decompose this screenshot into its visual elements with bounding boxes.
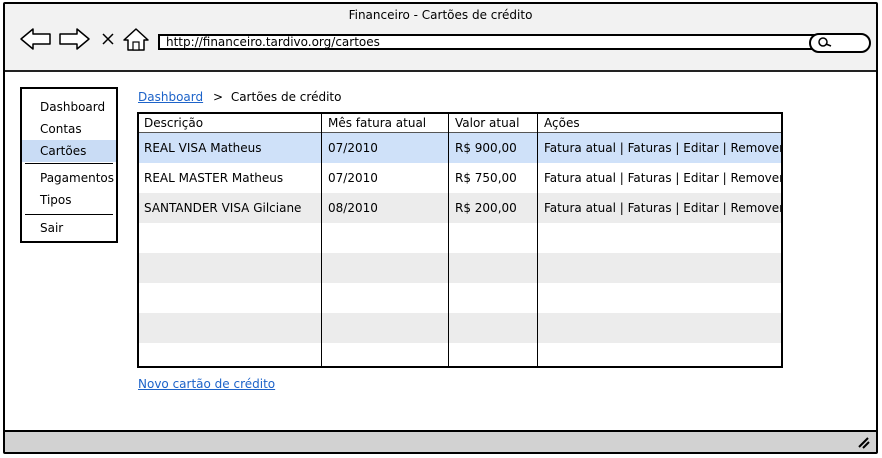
sidebar-divider <box>25 163 113 164</box>
column-divider <box>448 114 449 366</box>
cell-descricao: REAL VISA Matheus <box>144 141 262 155</box>
search-icon[interactable] <box>817 36 833 48</box>
breadcrumb-link-dashboard[interactable]: Dashboard <box>138 90 203 104</box>
browser-toolbar: Financeiro - Cartões de crédito http://f… <box>5 4 876 72</box>
cell-mes: 08/2010 <box>328 201 378 215</box>
table-row[interactable]: SANTANDER VISA Gilciane 08/2010 R$ 200,0… <box>139 193 781 223</box>
page-content: Dashboard Contas Cartões Pagamentos Tipo… <box>5 72 876 430</box>
sidebar-menu: Dashboard Contas Cartões Pagamentos Tipo… <box>20 87 118 243</box>
cell-descricao: SANTANDER VISA Gilciane <box>144 201 302 215</box>
column-header-mes-fatura[interactable]: Mês fatura atual <box>328 114 426 132</box>
cell-descricao: REAL MASTER Matheus <box>144 171 284 185</box>
forward-arrow-icon[interactable] <box>57 26 91 52</box>
cell-acoes-links[interactable]: Fatura atual | Faturas | Editar | Remove… <box>544 193 781 223</box>
sidebar-item-sair[interactable]: Sair <box>22 217 116 239</box>
sidebar-item-pagamentos[interactable]: Pagamentos <box>22 167 116 189</box>
cell-valor: R$ 200,00 <box>455 201 517 215</box>
column-header-acoes[interactable]: Ações <box>544 114 580 132</box>
cell-valor: R$ 750,00 <box>455 171 517 185</box>
empty-row <box>139 223 781 253</box>
sidebar-item-tipos[interactable]: Tipos <box>22 189 116 211</box>
cell-mes: 07/2010 <box>328 141 378 155</box>
empty-row <box>139 283 781 313</box>
sidebar-item-dashboard[interactable]: Dashboard <box>22 96 116 118</box>
table-row[interactable]: REAL MASTER Matheus 07/2010 R$ 750,00 Fa… <box>139 163 781 193</box>
sidebar-divider <box>25 214 113 215</box>
empty-row <box>139 253 781 283</box>
status-bar <box>5 430 876 452</box>
breadcrumb-separator: > <box>212 90 223 104</box>
empty-row <box>139 343 781 366</box>
column-divider <box>321 114 322 366</box>
table-row[interactable]: REAL VISA Matheus 07/2010 R$ 900,00 Fatu… <box>139 133 781 163</box>
column-header-descricao[interactable]: Descrição <box>144 114 203 132</box>
back-arrow-icon[interactable] <box>19 26 53 52</box>
breadcrumb: Dashboard > Cartões de crédito <box>138 90 341 104</box>
table-header: Descrição Mês fatura atual Valor atual A… <box>139 114 781 133</box>
resize-grip-icon[interactable] <box>856 435 870 449</box>
cell-acoes-links[interactable]: Fatura atual | Faturas | Editar | Remove… <box>544 163 781 193</box>
breadcrumb-current: Cartões de crédito <box>230 90 342 104</box>
cell-acoes-links[interactable]: Fatura atual | Faturas | Editar | Remove… <box>544 133 781 163</box>
url-text[interactable]: http://financeiro.tardivo.org/cartoes <box>166 35 380 49</box>
search-field[interactable] <box>809 33 871 53</box>
column-header-valor[interactable]: Valor atual <box>455 114 519 132</box>
close-icon[interactable] <box>100 31 116 47</box>
column-divider <box>537 114 538 366</box>
cell-valor: R$ 900,00 <box>455 141 517 155</box>
new-card-link[interactable]: Novo cartão de crédito <box>138 377 275 391</box>
url-field[interactable]: http://financeiro.tardivo.org/cartoes <box>158 34 822 50</box>
cell-mes: 07/2010 <box>328 171 378 185</box>
window-title: Financeiro - Cartões de crédito <box>348 8 533 22</box>
home-icon[interactable] <box>122 26 150 52</box>
browser-window: Financeiro - Cartões de crédito http://f… <box>3 2 878 454</box>
empty-row <box>139 313 781 343</box>
sidebar-item-cartoes[interactable]: Cartões <box>22 140 116 162</box>
sidebar-item-contas[interactable]: Contas <box>22 118 116 140</box>
cards-table: Descrição Mês fatura atual Valor atual A… <box>137 112 783 368</box>
